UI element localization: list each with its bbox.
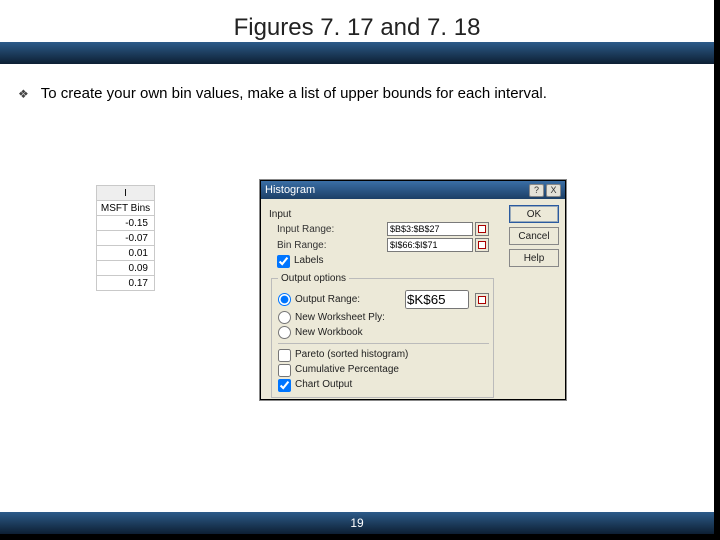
output-range-field[interactable]: [405, 290, 469, 309]
new-worksheet-label: New Worksheet Ply:: [295, 312, 385, 323]
bin-value: 0.09: [97, 261, 155, 276]
close-icon[interactable]: X: [546, 184, 561, 197]
output-options-group: Output options Output Range: New Workshe…: [271, 273, 494, 398]
new-workbook-radio[interactable]: [278, 326, 291, 339]
cumulative-checkbox[interactable]: [278, 364, 291, 377]
help-icon[interactable]: ?: [529, 184, 544, 197]
labels-checkbox-label: Labels: [294, 255, 323, 266]
cumulative-label: Cumulative Percentage: [295, 364, 399, 375]
row-label: MSFT Bins: [97, 201, 155, 216]
cancel-button[interactable]: Cancel: [509, 227, 559, 245]
new-workbook-label: New Workbook: [295, 327, 363, 338]
bin-value: 0.17: [97, 276, 155, 291]
dialog-titlebar: Histogram ? X: [261, 181, 565, 199]
bullet-icon: ❖: [18, 87, 29, 101]
histogram-dialog: Histogram ? X OK Cancel Help Input Input…: [260, 180, 566, 400]
labels-checkbox[interactable]: [277, 255, 290, 268]
bin-value: 0.01: [97, 246, 155, 261]
input-section-label: Input: [269, 209, 495, 220]
new-worksheet-radio[interactable]: [278, 311, 291, 324]
bullet-item: ❖ To create your own bin values, make a …: [18, 84, 692, 104]
page-title: Figures 7. 17 and 7. 18: [0, 14, 714, 42]
ok-button[interactable]: OK: [509, 205, 559, 223]
ref-select-icon[interactable]: [475, 238, 489, 252]
input-range-field[interactable]: [387, 222, 473, 236]
pareto-label: Pareto (sorted histogram): [295, 349, 408, 360]
bin-table: I MSFT Bins -0.15 -0.07 0.01 0.09 0.17: [96, 185, 155, 291]
page-number: 19: [350, 516, 363, 530]
input-range-label: Input Range:: [277, 224, 387, 235]
output-range-radio[interactable]: [278, 293, 291, 306]
bin-value: -0.07: [97, 231, 155, 246]
chart-output-checkbox[interactable]: [278, 379, 291, 392]
bullet-text: To create your own bin values, make a li…: [41, 84, 547, 104]
slide: Figures 7. 17 and 7. 18 ❖ To create your…: [0, 0, 720, 540]
chart-output-label: Chart Output: [295, 379, 352, 390]
bin-value: -0.15: [97, 216, 155, 231]
bin-range-label: Bin Range:: [277, 240, 387, 251]
dialog-title: Histogram: [265, 184, 315, 196]
separator: [278, 343, 489, 344]
ref-select-icon[interactable]: [475, 293, 489, 307]
footer-bar: 19: [0, 512, 714, 534]
pareto-checkbox[interactable]: [278, 349, 291, 362]
bin-range-field[interactable]: [387, 238, 473, 252]
output-options-legend: Output options: [278, 273, 349, 284]
title-band: [0, 42, 714, 64]
output-range-label: Output Range:: [295, 294, 399, 305]
col-header: I: [97, 186, 155, 201]
help-button[interactable]: Help: [509, 249, 559, 267]
ref-select-icon[interactable]: [475, 222, 489, 236]
